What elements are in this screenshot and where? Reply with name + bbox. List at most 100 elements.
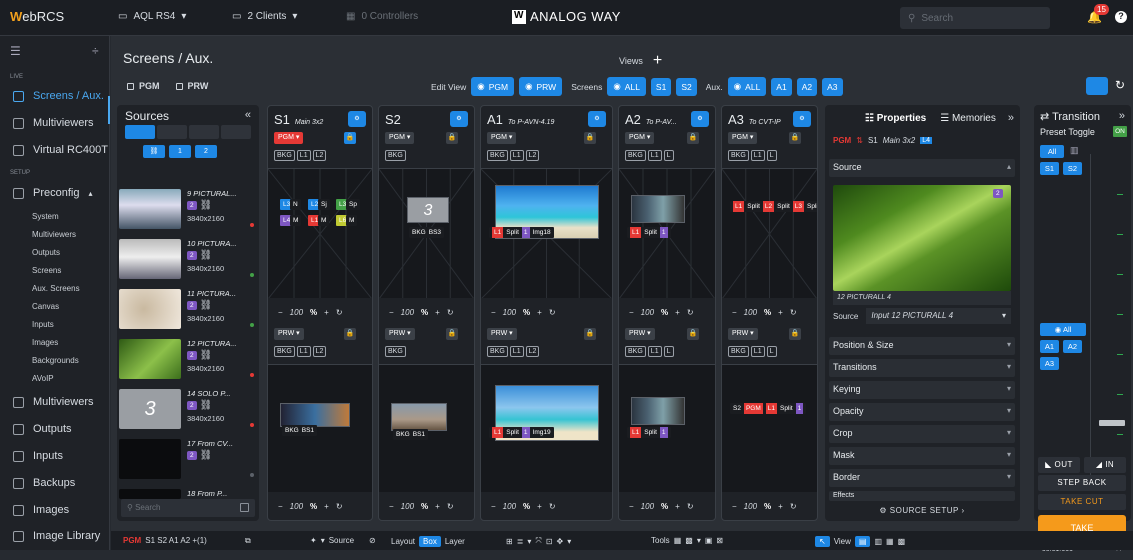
layer-chip[interactable]: BKG (728, 346, 749, 357)
zoom-in-button[interactable]: + (675, 502, 680, 511)
sidebar-item-images[interactable]: Images (0, 499, 110, 521)
prw-selector[interactable]: PRW ▾ (274, 328, 304, 340)
prw-canvas[interactable]: S2 PGM L1 Split 1 (722, 364, 817, 492)
layer-chip[interactable]: L (766, 346, 777, 357)
layer-chip[interactable]: L2 (525, 150, 540, 161)
zoom-out-button[interactable]: − (629, 308, 634, 317)
zoom-in-button[interactable]: + (324, 308, 329, 317)
sidebar-sub-canvas[interactable]: Canvas (32, 302, 59, 311)
layer-chip[interactable]: L1 (647, 346, 662, 357)
pgm-lock-toggle[interactable]: PGM (127, 81, 160, 91)
lock-icon[interactable]: 🔒 (446, 132, 458, 144)
section-position-size[interactable]: Position & Size ▾ (829, 337, 1015, 355)
screen-config-button[interactable]: ⚙ (793, 111, 811, 127)
pgm-selector[interactable]: PGM ▾ (274, 132, 304, 144)
sidebar-sub-avoip[interactable]: AVoIP (32, 374, 54, 383)
sidebar-item-backups[interactable]: Backups (0, 472, 110, 494)
source-setup-button[interactable]: ⚙ SOURCE SETUP › (833, 506, 1011, 520)
help-icon[interactable]: ? (1115, 11, 1127, 23)
section-opacity[interactable]: Opacity ▾ (829, 403, 1015, 421)
grid-icon[interactable]: ▥ (1070, 145, 1079, 156)
lock-icon[interactable]: 🔒 (584, 132, 596, 144)
filter-1-button[interactable]: 1 (169, 145, 191, 158)
zoom-out-button[interactable]: − (278, 308, 283, 317)
lock-icon[interactable]: 🔒 (584, 328, 596, 340)
step-back-button[interactable]: STEP BACK (1038, 475, 1126, 491)
zoom-out-button[interactable]: − (491, 308, 496, 317)
layer-chip[interactable]: L (766, 150, 777, 161)
reset-zoom-icon[interactable]: ↻ (790, 502, 797, 511)
zoom-out-button[interactable]: − (629, 502, 634, 511)
source-tool[interactable]: ✦ ▾ Source (310, 536, 354, 545)
source-item[interactable]: 9 PICTURAL... 2 ⛓ 3840x2160 (117, 187, 257, 235)
prw-canvas[interactable]: BKG BS1 (268, 364, 372, 492)
view-menu[interactable]: ↖ View ▤ ▥ ▦ ▩ (815, 536, 905, 547)
source-item[interactable]: 10 PICTURA... 2 ⛓ 3840x2160 (117, 237, 257, 285)
tab-memories[interactable]: ☰ Memories (940, 113, 996, 124)
lock-icon[interactable]: 🔒 (789, 132, 801, 144)
tab-backgrounds[interactable] (189, 125, 219, 139)
screen-config-button[interactable]: ⚙ (691, 111, 709, 127)
sidebar-sub-outputs[interactable]: Outputs (32, 248, 60, 257)
sidebar-item-inputs[interactable]: Inputs (0, 445, 110, 467)
section-keying[interactable]: Keying ▾ (829, 381, 1015, 399)
sidebar-sub-inputs[interactable]: Inputs (32, 320, 54, 329)
layer-chip[interactable]: L (663, 346, 674, 357)
layer-preview[interactable] (631, 397, 685, 425)
link-filter-button[interactable]: ⛓ (143, 145, 165, 158)
pgm-canvas[interactable]: L1 Split 1 (619, 168, 715, 298)
layer-preview[interactable] (280, 403, 350, 427)
tab-images[interactable] (157, 125, 187, 139)
source-item[interactable]: 3 14 SOLO P... 2 ⛓ 3840x2160 (117, 387, 257, 435)
layer-preview[interactable] (391, 403, 447, 431)
prw-selector[interactable]: PRW ▾ (625, 328, 655, 340)
sidebar-item-multiviewers-live[interactable]: Multiviewers (0, 112, 110, 134)
edit-pgm-button[interactable]: ◉ PGM (471, 77, 515, 96)
transition-a3-button[interactable]: A3 (1040, 357, 1059, 370)
reset-zoom-icon[interactable]: ↻ (790, 308, 797, 317)
zoom-out-button[interactable]: − (278, 502, 283, 511)
collapse-icon[interactable]: » (1119, 110, 1125, 122)
sidebar-sub-backgrounds[interactable]: Backgrounds (32, 356, 79, 365)
source-item[interactable]: 11 PICTURA... 2 ⛓ 3840x2160 (117, 287, 257, 335)
sidebar-item-preconfig[interactable]: Preconfig ▴ (0, 182, 110, 204)
layer-chip[interactable]: BKG (625, 346, 646, 357)
screen-config-button[interactable]: ⚙ (588, 111, 606, 127)
zoom-in-button[interactable]: + (324, 502, 329, 511)
transition-s1-button[interactable]: S1 (1040, 162, 1059, 175)
prw-lock-toggle[interactable]: PRW (175, 81, 208, 91)
edit-prw-button[interactable]: ◉ PRW (519, 77, 563, 96)
controllers-selector[interactable]: ▦ 0 Controllers (346, 11, 418, 22)
zoom-out-button[interactable]: − (732, 502, 737, 511)
preset-toggle-on[interactable]: ON (1113, 126, 1127, 137)
layer-chip[interactable]: BKG (385, 346, 406, 357)
reset-zoom-icon[interactable]: ↻ (549, 308, 556, 317)
aux-all-toggle[interactable]: ◉ All (1040, 323, 1086, 336)
filter-2-button[interactable]: 2 (195, 145, 217, 158)
tbar-handle[interactable] (1099, 420, 1125, 426)
sidebar-item-multiviewers[interactable]: Multiviewers (0, 391, 110, 413)
refresh-icon[interactable]: ↻ (1115, 78, 1125, 92)
lock-icon[interactable]: 🔒 (687, 328, 699, 340)
add-view-icon[interactable]: + (653, 52, 662, 70)
lock-icon[interactable]: 🔒 (446, 328, 458, 340)
pgm-canvas[interactable]: 3 BKG BS3 (379, 168, 474, 298)
layer-chip[interactable]: L2 (312, 150, 327, 161)
layer-chip[interactable]: L1 (750, 346, 765, 357)
zoom-in-button[interactable]: + (778, 502, 783, 511)
screen-s1-button[interactable]: S1 (650, 77, 672, 96)
layer-preview[interactable] (631, 195, 685, 223)
layer-chip[interactable]: BKG (274, 150, 295, 161)
layer-chip[interactable]: L1 (509, 346, 524, 357)
zoom-in-button[interactable]: + (435, 308, 440, 317)
zoom-in-button[interactable]: + (537, 308, 542, 317)
transition-a1-button[interactable]: A1 (1040, 340, 1059, 353)
pgm-canvas[interactable]: L1SplitL2SplitL3Split (722, 168, 817, 298)
sources-search-input[interactable]: ⚲ Search (121, 499, 255, 517)
layer-chip[interactable]: BKG (625, 150, 646, 161)
layer-chip[interactable]: BKG (487, 346, 508, 357)
lock-icon[interactable]: 🔒 (687, 132, 699, 144)
layer-chip[interactable]: BKG (385, 150, 406, 161)
layer-chip[interactable]: L1 (296, 150, 311, 161)
reset-zoom-icon[interactable]: ↻ (336, 308, 343, 317)
